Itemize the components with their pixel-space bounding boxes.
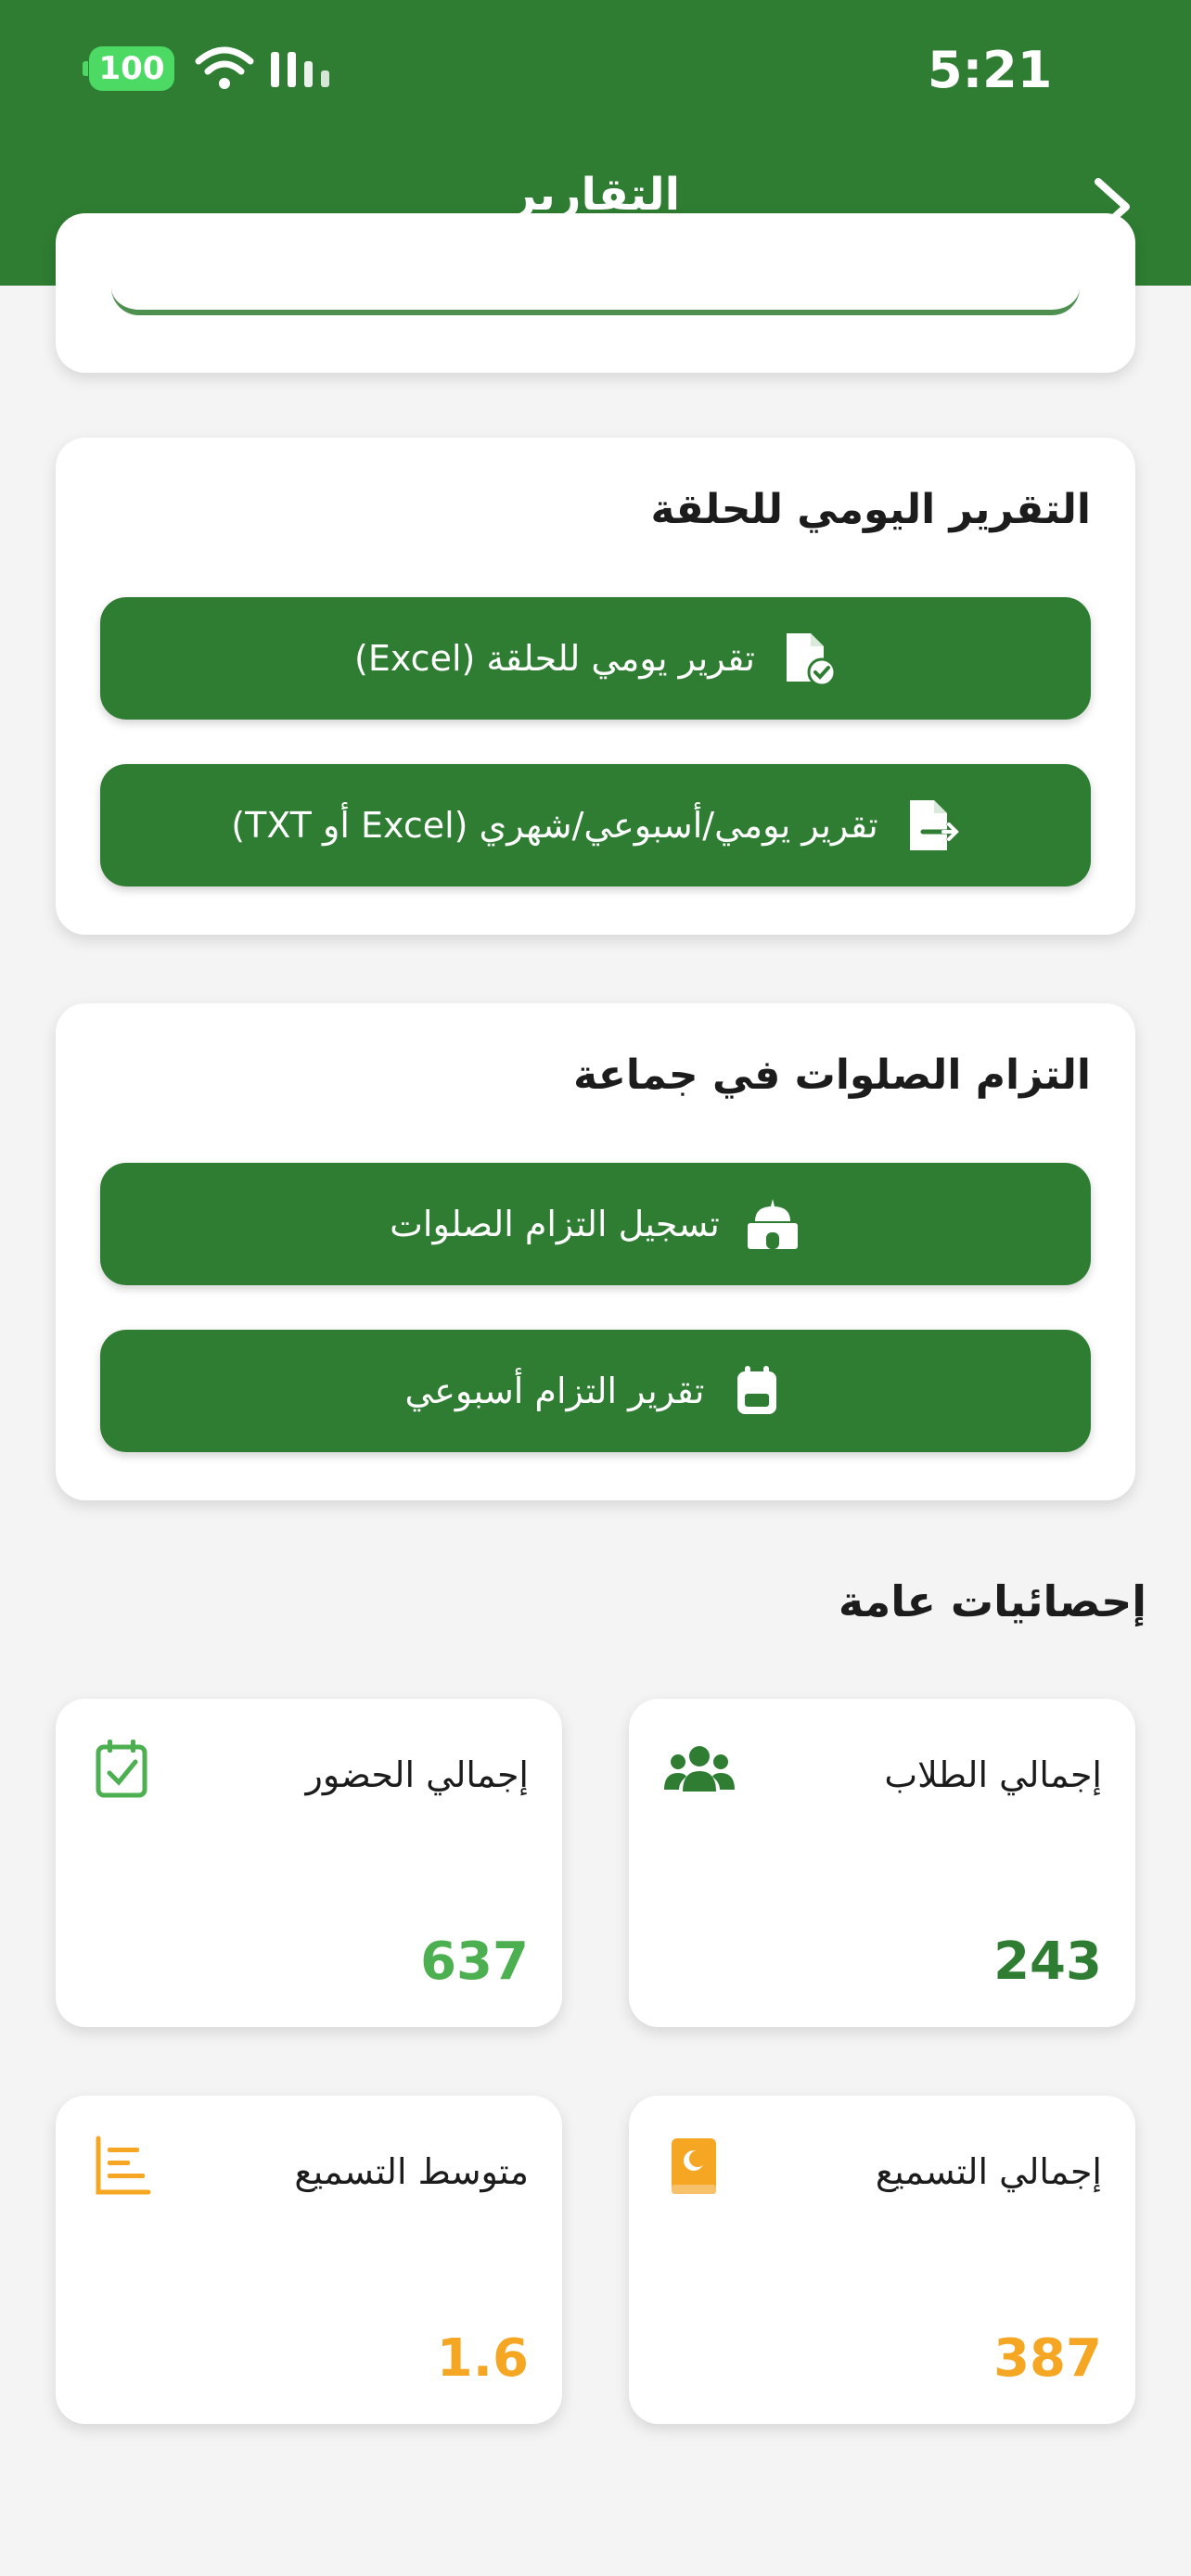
- status-time: 5:21: [928, 41, 1053, 99]
- bar-chart-icon: [96, 2136, 151, 2195]
- quran-book-icon: [672, 2138, 716, 2194]
- stat-card-total-attendance[interactable]: إجمالي الحضور 637: [56, 1699, 562, 2027]
- stat-card-total-students[interactable]: إجمالي الطلاب 243: [629, 1699, 1135, 2027]
- stat-card-total-recitation[interactable]: إجمالي التسميع 387: [629, 2096, 1135, 2424]
- previous-section-card: [56, 213, 1135, 373]
- stat-value: 637: [420, 1932, 529, 1992]
- stat-value: 1.6: [436, 2328, 529, 2389]
- record-prayers-button[interactable]: تسجيل التزام الصلوات: [100, 1163, 1091, 1285]
- stat-label: إجمالي الحضور: [305, 1754, 529, 1795]
- daily-excel-report-label: تقرير يومي للحلقة (Excel): [354, 638, 755, 679]
- prayer-commitment-card: التزام الصلوات في جماعة تسجيل التزام الص…: [56, 1003, 1135, 1500]
- daily-report-title: التقرير اليومي للحلقة: [650, 486, 1091, 533]
- calendar-icon: [737, 1366, 777, 1414]
- file-export-icon: [909, 800, 960, 850]
- file-check-icon: [786, 633, 837, 687]
- stat-card-average-recitation[interactable]: متوسط التسميع 1.6: [56, 2096, 562, 2424]
- stat-value: 243: [993, 1932, 1102, 1992]
- wifi-icon: [195, 46, 254, 89]
- daily-report-card: التقرير اليومي للحلقة تقرير يومي للحلقة …: [56, 438, 1135, 935]
- periodic-report-label: تقرير يومي/أسبوعي/شهري (Excel أو TXT): [231, 805, 878, 846]
- record-prayers-label: تسجيل التزام الصلوات: [390, 1204, 720, 1244]
- weekly-commitment-report-label: تقرير التزام أسبوعي: [404, 1371, 705, 1411]
- users-icon: [664, 1746, 735, 1792]
- mosque-icon: [747, 1199, 798, 1249]
- stat-label: إجمالي الطلاب: [884, 1754, 1102, 1795]
- stat-label: إجمالي التسميع: [875, 2151, 1102, 2192]
- periodic-report-button[interactable]: تقرير يومي/أسبوعي/شهري (Excel أو TXT): [100, 764, 1091, 886]
- weekly-commitment-report-button[interactable]: تقرير التزام أسبوعي: [100, 1330, 1091, 1452]
- stat-value: 387: [993, 2328, 1102, 2389]
- daily-excel-report-button[interactable]: تقرير يومي للحلقة (Excel): [100, 597, 1091, 720]
- partial-button-edge: [111, 287, 1080, 315]
- stat-label: متوسط التسميع: [294, 2151, 529, 2192]
- general-stats-title: إحصائيات عامة: [838, 1576, 1146, 1626]
- cellular-signal-icon: [271, 52, 329, 87]
- calendar-check-icon: [96, 1740, 147, 1798]
- battery-indicator: 100: [83, 46, 174, 91]
- prayer-commitment-title: التزام الصلوات في جماعة: [573, 1052, 1091, 1099]
